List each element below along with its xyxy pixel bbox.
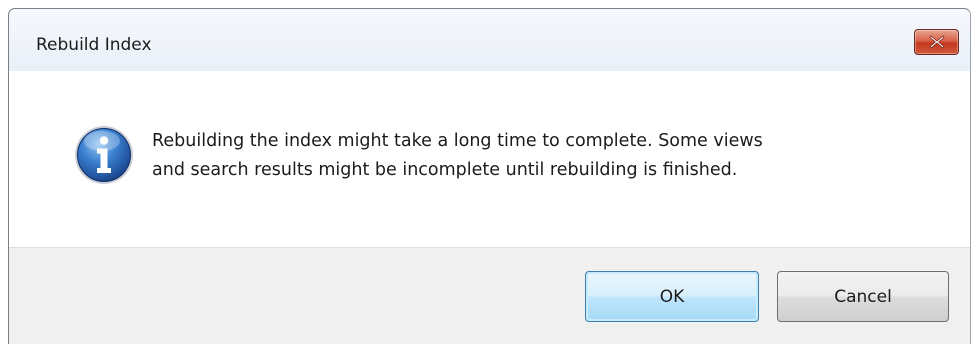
info-icon — [75, 126, 133, 184]
button-bar: OK Cancel — [9, 247, 970, 344]
ok-button[interactable]: OK — [585, 271, 759, 322]
cancel-button[interactable]: Cancel — [777, 271, 949, 322]
rebuild-index-dialog: Rebuild Index Rebuilding the index might… — [8, 8, 971, 344]
close-button[interactable] — [914, 29, 959, 55]
close-icon — [928, 35, 945, 49]
message-line-1: Rebuilding the index might take a long t… — [152, 131, 763, 151]
dialog-content: Rebuilding the index might take a long t… — [9, 71, 970, 247]
dialog-message: Rebuilding the index might take a long t… — [152, 127, 872, 185]
message-line-2: and search results might be incomplete u… — [152, 160, 738, 180]
title-bar[interactable]: Rebuild Index — [9, 9, 970, 71]
window-title: Rebuild Index — [36, 35, 152, 55]
